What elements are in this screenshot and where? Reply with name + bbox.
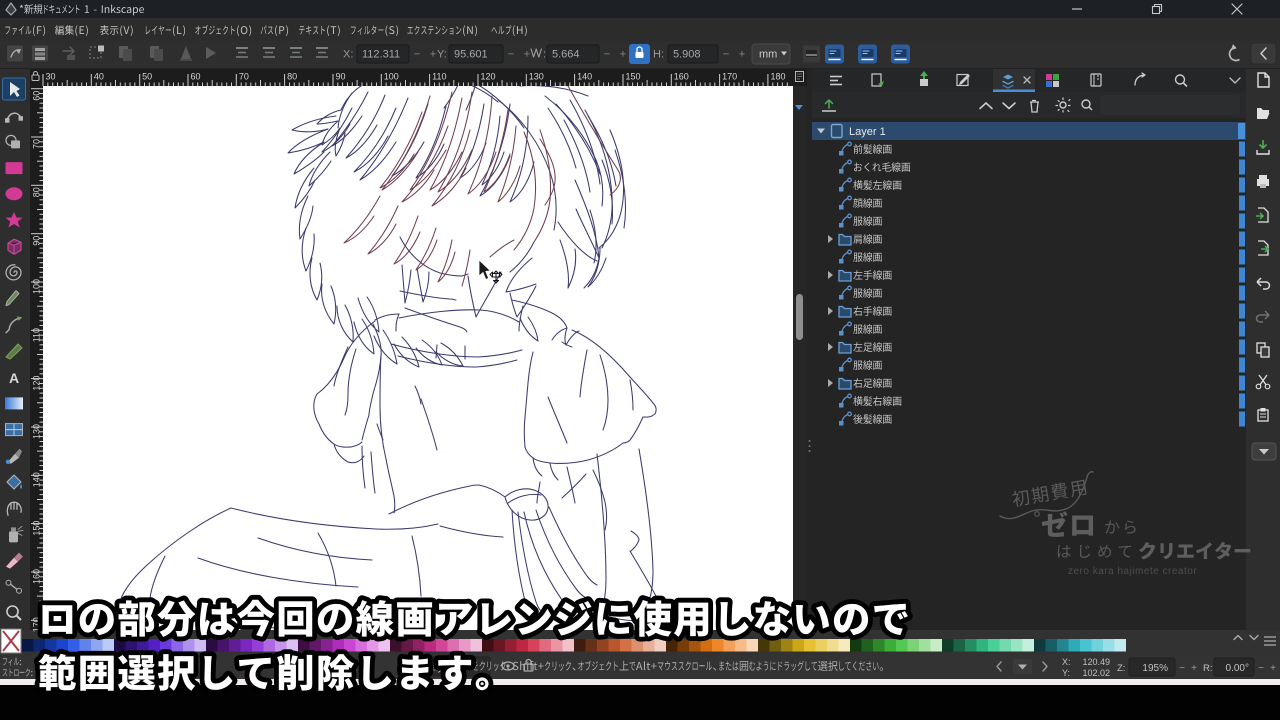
- svg-text:+: +: [739, 49, 745, 61]
- svg-text:X:: X:: [343, 49, 353, 61]
- svg-text:5.664: 5.664: [552, 49, 580, 61]
- svg-text:A: A: [9, 370, 19, 386]
- svg-text:+: +: [620, 49, 626, 61]
- svg-text:80: 80: [287, 72, 297, 82]
- svg-text:120: 120: [32, 376, 42, 391]
- svg-text:150: 150: [625, 72, 640, 82]
- svg-text:180: 180: [770, 72, 785, 82]
- svg-text:60: 60: [190, 72, 200, 82]
- svg-text:R:: R:: [1203, 663, 1213, 674]
- svg-text:0.00°: 0.00°: [1226, 663, 1249, 674]
- svg-text:70: 70: [239, 72, 249, 82]
- svg-text:80: 80: [32, 187, 42, 197]
- svg-text:195%: 195%: [1142, 663, 1168, 674]
- svg-text:70: 70: [32, 139, 42, 149]
- svg-text:+: +: [1270, 663, 1276, 674]
- svg-text:100: 100: [32, 279, 42, 294]
- svg-text:130: 130: [529, 72, 544, 82]
- svg-text:160: 160: [674, 72, 689, 82]
- svg-text:90: 90: [32, 236, 42, 246]
- svg-text:120.49: 120.49: [1082, 657, 1110, 667]
- svg-text:mm: mm: [759, 49, 777, 61]
- svg-text:−: −: [1179, 663, 1185, 674]
- svg-text:Z:: Z:: [1117, 663, 1125, 674]
- svg-text:−: −: [723, 49, 729, 61]
- svg-text:−: −: [508, 49, 514, 61]
- svg-text:5.908: 5.908: [673, 49, 701, 61]
- svg-text:95.601: 95.601: [454, 49, 488, 61]
- svg-text:Y:: Y:: [437, 49, 447, 61]
- svg-text::: :: [543, 49, 546, 61]
- svg-text:140: 140: [32, 472, 42, 487]
- svg-text:H:: H:: [653, 49, 664, 61]
- svg-text:−: −: [1258, 663, 1264, 674]
- svg-text:+: +: [524, 49, 530, 61]
- svg-text:−: −: [604, 49, 610, 61]
- svg-text:60: 60: [32, 91, 42, 101]
- svg-text:160: 160: [32, 569, 42, 584]
- svg-text:Layer 1: Layer 1: [849, 126, 886, 138]
- svg-text:50: 50: [142, 72, 152, 82]
- svg-text:110: 110: [432, 72, 446, 82]
- svg-text:Y:: Y:: [1062, 668, 1070, 678]
- svg-text:X:: X:: [1062, 657, 1071, 667]
- svg-text:102.02: 102.02: [1082, 668, 1110, 678]
- svg-text:130: 130: [32, 424, 42, 439]
- svg-text:+: +: [1191, 663, 1197, 674]
- svg-text:zero kara hajimete creator: zero kara hajimete creator: [1068, 566, 1197, 577]
- svg-text:30: 30: [46, 72, 56, 82]
- svg-text:40: 40: [94, 72, 104, 82]
- svg-text:112.311: 112.311: [362, 49, 400, 61]
- svg-text:120: 120: [480, 72, 495, 82]
- svg-text:150: 150: [32, 521, 42, 536]
- svg-text:110: 110: [32, 328, 42, 342]
- svg-text:140: 140: [577, 72, 592, 82]
- svg-text:−: −: [414, 49, 420, 61]
- svg-text:100: 100: [384, 72, 399, 82]
- svg-text:+: +: [430, 49, 436, 61]
- svg-text:90: 90: [335, 72, 345, 82]
- svg-text:170: 170: [722, 72, 737, 82]
